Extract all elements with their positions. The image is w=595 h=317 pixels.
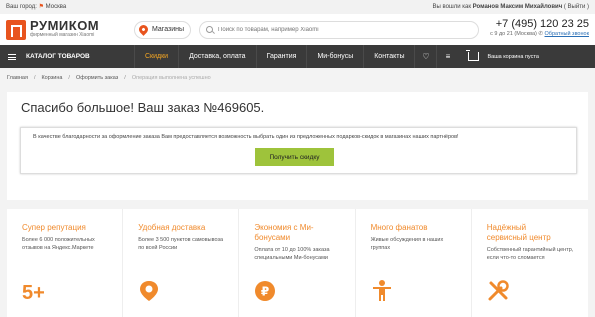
search-box[interactable]	[199, 20, 480, 39]
user-name[interactable]: Романов Максим Михайлович	[473, 4, 563, 10]
logout-link[interactable]: ( Выйти )	[564, 4, 589, 10]
nav-item-bonuses[interactable]: Ми-бонусы	[306, 45, 363, 68]
catalog-button[interactable]: КАТАЛОГ ТОВАРОВ	[0, 45, 130, 68]
feature-delivery: Удобная доставка Более 3 500 пунктов сам…	[123, 209, 240, 317]
user-status: Вы вошли как Романов Максим Михайлович (…	[432, 0, 589, 14]
feature-title: Удобная доставка	[138, 223, 206, 232]
phone-icon: ✆	[538, 31, 543, 37]
cart-icon	[466, 50, 480, 61]
person-icon	[372, 280, 391, 301]
main-nav: КАТАЛОГ ТОВАРОВ Скидки Доставка, оплата …	[0, 45, 595, 68]
compare-icon[interactable]: ≡	[436, 45, 458, 68]
city-name[interactable]: Москва	[46, 4, 66, 10]
feature-desc: Оплата от 10 до 100% заказа специальными…	[254, 247, 330, 261]
nav-item-warranty[interactable]: Гарантия	[255, 45, 307, 68]
logo-icon	[6, 19, 26, 40]
svg-text:₽: ₽	[261, 285, 269, 299]
cart-status: Ваша корзина пуста	[487, 53, 539, 60]
logged-in-prefix: Вы вошли как	[432, 4, 471, 10]
stores-button[interactable]: Магазины	[134, 20, 192, 39]
order-confirmation: Спасибо большое! Ваш заказ №469605. В ка…	[7, 92, 588, 200]
feature-reputation: Супер репутация Более 6 000 положительны…	[7, 209, 124, 317]
map-pin-icon	[140, 281, 159, 301]
stores-label: Магазины	[152, 26, 185, 33]
phone-block: +7 (495) 120 23 25 с 9 до 21 (Москва) ✆ …	[490, 18, 589, 38]
feature-title: Надёжный сервисный центр	[486, 223, 551, 242]
breadcrumb-home[interactable]: Главная	[7, 75, 28, 81]
breadcrumb-current: Операция выполнена успешно	[131, 75, 211, 81]
breadcrumb: Главная / Корзина / Оформить заказ / Опе…	[0, 68, 595, 88]
search-input[interactable]	[218, 26, 459, 33]
feature-service: Надёжный сервисный центр Собственный гар…	[472, 209, 588, 317]
logo[interactable]: РУМИКОМ фирменный магазин Xiaomi	[6, 18, 134, 40]
get-discount-button[interactable]: Получить скидку	[255, 148, 334, 166]
phone-hours: с 9 до 21 (Москва)	[490, 31, 537, 37]
feature-title: Супер репутация	[22, 223, 86, 232]
favorites-icon[interactable]: ♡	[414, 45, 436, 68]
features-strip: Супер репутация Более 6 000 положительны…	[7, 209, 588, 317]
nav-item-discounts[interactable]: Скидки	[134, 45, 178, 68]
gift-text: В качестве благодарности за оформление з…	[33, 134, 459, 140]
feature-title: Много фанатов	[370, 223, 428, 232]
cart[interactable]: Ваша корзина пуста	[466, 50, 539, 61]
feature-desc: Более 6 000 положительных отзывов на Янд…	[22, 237, 95, 251]
feature-title: Экономия с Ми-бонусами	[254, 223, 314, 242]
city-selector[interactable]: Ваш город: ⚑ Москва	[6, 0, 66, 14]
feature-bonuses: Экономия с Ми-бонусами Оплата от 10 до 1…	[239, 209, 356, 317]
logo-name: РУМИКОМ	[30, 18, 100, 33]
breadcrumb-separator: /	[124, 75, 126, 81]
ruble-coin-icon: ₽	[255, 281, 276, 301]
five-plus-icon: 5+	[22, 282, 44, 302]
nav-item-contacts[interactable]: Контакты	[363, 45, 414, 68]
nav-item-delivery[interactable]: Доставка, оплата	[178, 45, 255, 68]
city-label: Ваш город:	[6, 4, 37, 10]
page-title: Спасибо большое! Ваш заказ №469605.	[21, 100, 265, 115]
breadcrumb-checkout[interactable]: Оформить заказ	[76, 75, 118, 81]
gift-panel: В качестве благодарности за оформление з…	[20, 127, 577, 174]
breadcrumb-separator: /	[68, 75, 70, 81]
search-icon	[206, 26, 214, 33]
svg-text:5+: 5+	[22, 282, 44, 302]
breadcrumb-separator: /	[33, 75, 36, 81]
phone-number[interactable]: +7 (495) 120 23 25	[490, 18, 589, 30]
location-icon: ⚑	[38, 4, 44, 10]
top-bar: Ваш город: ⚑ Москва Вы вошли как Романов…	[0, 0, 595, 14]
catalog-label: КАТАЛОГ ТОВАРОВ	[26, 53, 90, 60]
feature-desc: Более 3 500 пунктов самовывоза по всей Р…	[138, 237, 224, 251]
feature-desc: Живые обсуждения в наших группах	[370, 237, 444, 251]
feature-desc: Собственный гарантийный центр, если что-…	[486, 247, 574, 261]
header: РУМИКОМ фирменный магазин Xiaomi Магазин…	[0, 14, 595, 45]
feature-fans: Много фанатов Живые обсуждения в наших г…	[356, 209, 472, 317]
callback-link[interactable]: Обратный звонок	[545, 31, 589, 37]
breadcrumb-cart[interactable]: Корзина	[41, 75, 62, 81]
tools-icon	[488, 280, 509, 301]
logo-subtitle: фирменный магазин Xiaomi	[30, 32, 95, 38]
menu-icon	[8, 53, 16, 60]
map-pin-icon	[137, 23, 150, 36]
